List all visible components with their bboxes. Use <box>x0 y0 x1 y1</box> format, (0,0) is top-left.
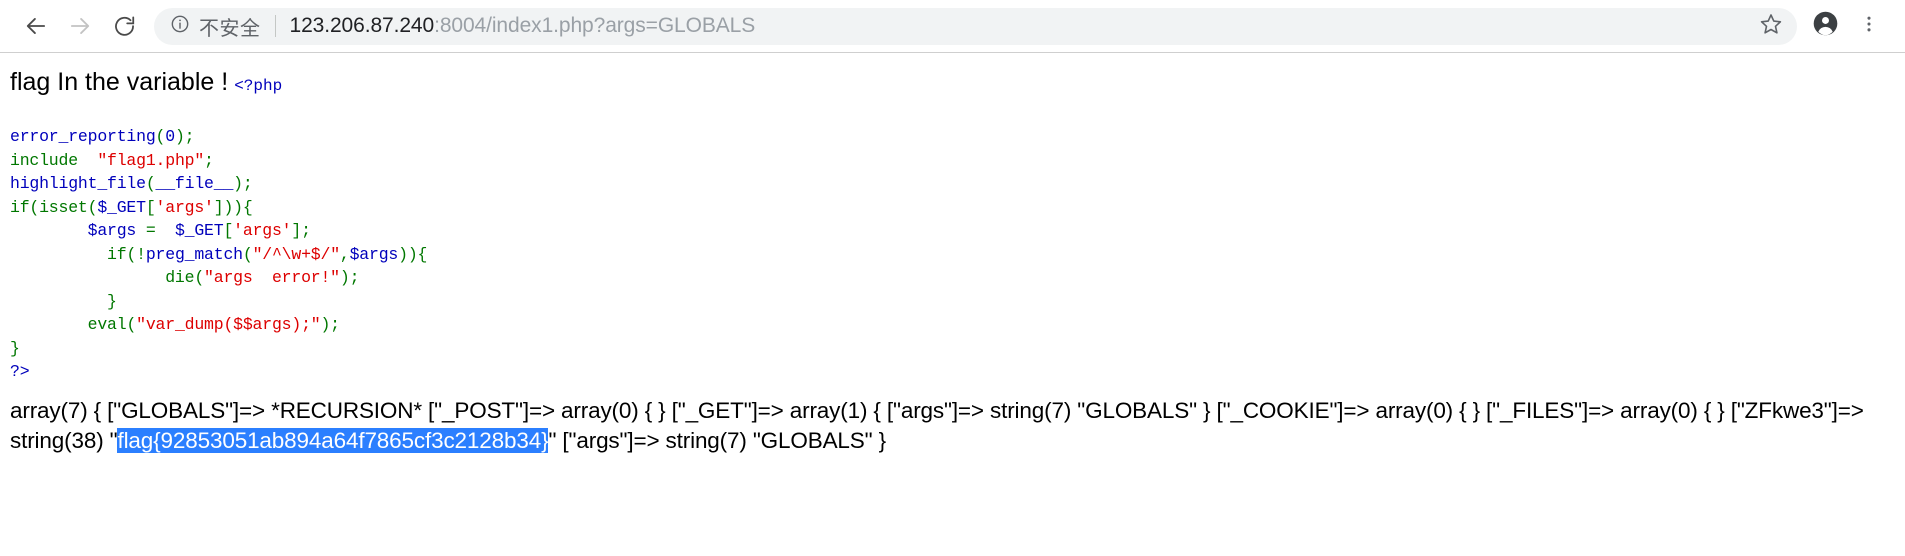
code-token: } <box>10 338 20 358</box>
code-line: error_reporting(0); <box>10 125 1895 149</box>
code-token: { <box>242 197 253 217</box>
code-token: ; <box>242 174 253 193</box>
code-token: ; <box>204 150 214 170</box>
code-token: $_GET <box>97 197 146 217</box>
arrow-right-icon <box>67 13 93 39</box>
code-token: ( <box>194 268 205 287</box>
code-token: die <box>165 268 195 287</box>
code-line: $args = $_GET['args']; <box>10 219 1895 243</box>
code-line: highlight_file(__file__); <box>10 172 1895 196</box>
back-button[interactable] <box>14 4 58 48</box>
code-token: )) <box>398 244 418 264</box>
code-token: ) <box>174 127 185 146</box>
url-text[interactable]: 123.206.87.240:8004/index1.php?args=GLOB… <box>290 14 1782 38</box>
php-source-code: error_reporting(0); include "flag1.php"; h… <box>10 125 1895 384</box>
code-token: ( <box>29 197 40 217</box>
code-token: if <box>107 244 127 264</box>
code-token: "/^\w+$/" <box>252 244 341 264</box>
code-line: eval("var_dump($$args);"); <box>10 313 1895 337</box>
code-token: { <box>417 244 428 264</box>
reload-button[interactable] <box>102 4 146 48</box>
code-token: $args <box>349 244 399 264</box>
code-token: __file__ <box>155 174 234 193</box>
code-line: ?> <box>10 360 1895 384</box>
code-token: 'args' <box>233 221 292 240</box>
code-token: , <box>339 244 350 264</box>
code-token: ( <box>242 244 253 264</box>
code-token: isset <box>39 197 88 217</box>
code-token: ])) <box>213 197 243 217</box>
flag-selected-text[interactable]: flag{92853051ab894a64f7865cf3c2128b34} <box>117 427 549 453</box>
code-token: ( <box>145 174 156 193</box>
code-line: } <box>10 337 1895 361</box>
code-token: error_reporting <box>10 127 156 146</box>
url-path: :8004/index1.php?args=GLOBALS <box>434 14 756 37</box>
php-open-tag: <?php <box>234 77 283 95</box>
code-token: ( <box>126 315 137 334</box>
code-token: if <box>10 197 30 217</box>
code-token: ( <box>87 197 98 217</box>
code-token: highlight_file <box>10 174 146 193</box>
code-line: if(!preg_match("/^\w+$/",$args)){ <box>10 243 1895 267</box>
code-token: } <box>107 291 117 311</box>
code-token: "var_dump($$args);" <box>136 315 321 334</box>
code-token: ); <box>320 315 340 334</box>
code-token: ; <box>184 127 195 146</box>
code-token: "flag1.php" <box>97 150 205 170</box>
code-token: "args error!" <box>204 268 340 287</box>
var-dump-output: array(7) { ["GLOBALS"]=> *RECURSION* ["_… <box>10 396 1890 456</box>
url-host: 123.206.87.240 <box>289 14 435 37</box>
code-token: $args <box>87 221 137 240</box>
code-token: ( <box>155 127 166 146</box>
code-token: [ <box>223 221 234 240</box>
code-token: ?> <box>10 362 30 381</box>
code-token: = <box>136 221 166 240</box>
code-token: eval <box>87 315 127 334</box>
code-token: 'args' <box>155 197 214 217</box>
code-token: [ <box>145 197 156 217</box>
code-line: } <box>10 290 1895 314</box>
arrow-left-icon <box>23 13 49 39</box>
var-dump-suffix: " ["args"]=> string(7) "GLOBALS" } <box>548 427 886 453</box>
page-content: flag In the variable ! <?php error_report… <box>0 53 1905 556</box>
code-token: preg_match <box>145 244 243 264</box>
code-token: 0 <box>165 127 175 146</box>
profile-button[interactable] <box>1803 4 1847 48</box>
forward-button[interactable] <box>58 4 102 48</box>
code-token: (! <box>126 244 146 264</box>
code-token: include <box>10 150 78 170</box>
address-bar[interactable]: 不安全 123.206.87.240:8004/index1.php?args=… <box>154 7 1797 45</box>
reload-icon <box>112 14 137 39</box>
bookmark-button[interactable] <box>1751 6 1791 46</box>
code-token: ) <box>233 174 243 193</box>
profile-avatar-icon <box>1812 10 1839 42</box>
star-bookmark-icon <box>1759 12 1783 41</box>
security-status-chip[interactable]: 不安全 <box>170 12 261 41</box>
code-token: ); <box>339 268 360 287</box>
page-title: flag In the variable ! <box>10 68 229 96</box>
browser-menu-button[interactable] <box>1847 4 1891 48</box>
code-token: ]; <box>291 221 311 240</box>
code-line: include "flag1.php"; <box>10 149 1895 173</box>
code-token: $_GET <box>165 221 224 240</box>
info-circle-icon <box>170 14 190 39</box>
browser-toolbar: 不安全 123.206.87.240:8004/index1.php?args=… <box>0 0 1905 53</box>
three-dot-menu-icon <box>1859 14 1879 39</box>
code-line: if(isset($_GET['args'])){ <box>10 196 1895 220</box>
page-heading-row: flag In the variable ! <?php <box>10 67 1895 101</box>
security-label: 不安全 <box>199 17 261 40</box>
omnibox-divider <box>274 15 276 37</box>
code-line: die("args error!"); <box>10 266 1895 290</box>
